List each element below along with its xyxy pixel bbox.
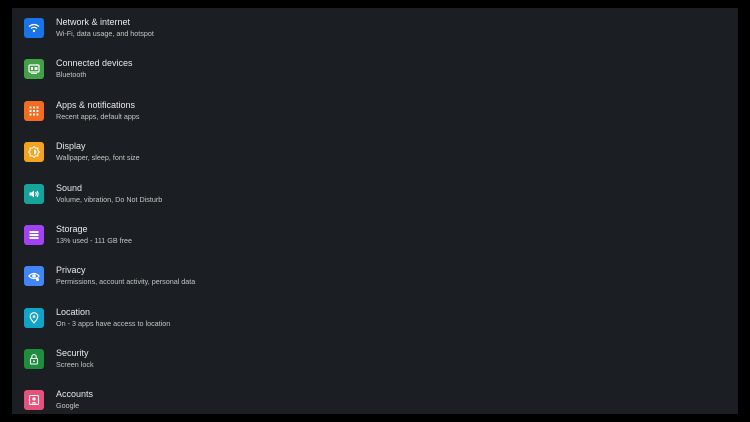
apps-grid-icon xyxy=(24,101,44,121)
privacy-eye-icon xyxy=(24,266,44,286)
storage-icon xyxy=(24,225,44,245)
item-subtitle: Wallpaper, sleep, font size xyxy=(56,153,140,162)
item-title: Network & internet xyxy=(56,17,131,27)
lock-icon xyxy=(24,349,44,369)
item-subtitle: Recent apps, default apps xyxy=(56,112,140,121)
location-pin-icon xyxy=(24,308,44,328)
settings-screen: Network & internet Wi-Fi, data usage, an… xyxy=(12,8,738,414)
settings-item-network[interactable]: Network & internet Wi-Fi, data usage, an… xyxy=(12,17,738,58)
item-title: Privacy xyxy=(56,265,86,275)
item-title: Location xyxy=(56,307,91,317)
wifi-icon xyxy=(24,18,44,38)
item-subtitle: Volume, vibration, Do Not Disturb xyxy=(56,195,163,204)
item-subtitle: On - 3 apps have access to location xyxy=(56,319,171,328)
settings-item-apps[interactable]: Apps & notifications Recent apps, defaul… xyxy=(12,100,738,141)
item-title: Connected devices xyxy=(56,58,133,68)
settings-item-display[interactable]: Display Wallpaper, sleep, font size xyxy=(12,141,738,182)
item-subtitle: Bluetooth xyxy=(56,70,87,79)
item-title: Accounts xyxy=(56,389,94,399)
item-subtitle: Wi-Fi, data usage, and hotspot xyxy=(56,29,154,38)
item-subtitle: Screen lock xyxy=(56,360,94,369)
item-title: Display xyxy=(56,141,86,151)
item-subtitle: 13% used - 111 GB free xyxy=(56,236,133,245)
settings-item-storage[interactable]: Storage 13% used - 111 GB free xyxy=(12,224,738,265)
devices-icon xyxy=(24,59,44,79)
settings-item-security[interactable]: Security Screen lock xyxy=(12,348,738,389)
item-title: Storage xyxy=(56,224,88,234)
settings-item-privacy[interactable]: Privacy Permissions, account activity, p… xyxy=(12,265,738,306)
account-icon xyxy=(24,390,44,410)
item-subtitle: Google xyxy=(56,401,80,410)
settings-item-accounts[interactable]: Accounts Google xyxy=(12,389,738,414)
item-subtitle: Permissions, account activity, personal … xyxy=(56,277,196,286)
brightness-icon xyxy=(24,142,44,162)
settings-item-location[interactable]: Location On - 3 apps have access to loca… xyxy=(12,307,738,348)
item-title: Security xyxy=(56,348,89,358)
volume-icon xyxy=(24,184,44,204)
settings-item-sound[interactable]: Sound Volume, vibration, Do Not Disturb xyxy=(12,183,738,224)
item-title: Apps & notifications xyxy=(56,100,136,110)
settings-item-connected-devices[interactable]: Connected devices Bluetooth xyxy=(12,58,738,99)
item-title: Sound xyxy=(56,183,83,193)
